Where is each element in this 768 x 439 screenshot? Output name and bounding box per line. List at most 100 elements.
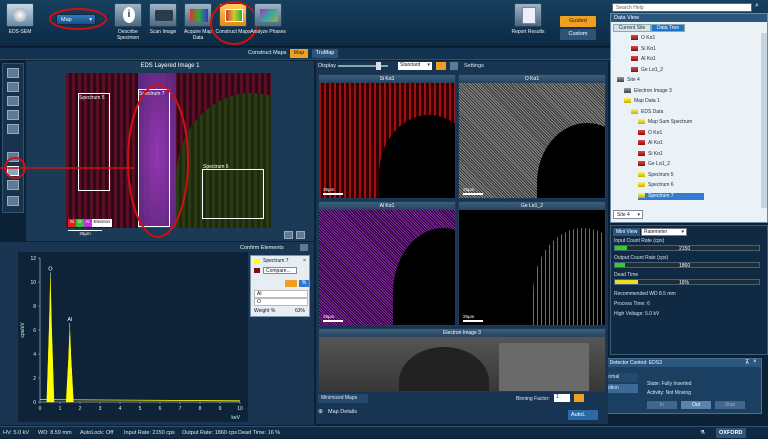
tree-item[interactable]: Si Kα1 [638,151,663,158]
trumap-tab[interactable]: TruMap [312,49,338,58]
gray-dataset-icon [624,87,631,93]
tree-item-label: Spectrum 5 [648,171,674,178]
tree-item[interactable]: Map Data 1 [624,98,660,105]
spectrum-6-rect[interactable] [202,169,264,219]
chevron-down-icon: ▾ [637,212,640,218]
status-input-rate: Input Rate: 2150 cps [124,430,175,436]
x-tick-label: 1 [59,406,62,412]
construct-maps-tab[interactable]: Construct Maps [248,50,287,56]
construct-maps-toolbar: Construct Maps Map TruMap [0,48,610,60]
tab-current-site[interactable]: Current Site [613,24,651,32]
layer-view-icon[interactable] [436,62,446,70]
map-electron-image[interactable]: Electron Image 3 [318,328,606,392]
custom-button[interactable]: Custom [560,29,596,40]
map-ge-title: Ge Lα1_2 [459,202,605,210]
red-dataset-icon [638,140,645,146]
map-al-title: Al Kα1 [319,202,455,210]
x-tick-label: 5 [139,406,142,412]
map-details-label[interactable]: Map Details [328,409,357,415]
search-icon[interactable]: ⌕ [755,2,759,10]
tab-data-tree[interactable]: Data Tree [651,24,685,32]
detector-control-panel: EDS Detector Control: EDS3 ⊼ × Thermal P… [594,358,762,414]
spectrum-chart[interactable]: 0 1 2 3 4 5 6 7 8 9 10024681012keVcps/eV OAl [18,252,248,422]
apply-binning-icon[interactable] [574,394,584,402]
x-axis-label: keV [231,415,240,421]
step-scan-image[interactable]: Scan Image [145,3,181,43]
close-icon[interactable]: × [303,258,306,264]
tree-item[interactable]: Electron Image 3 [624,88,672,95]
tree-item-label: Spectrum 7 [648,192,674,199]
pin-icon[interactable]: ⊼ [745,359,749,366]
confirm-elements-icon[interactable] [300,244,308,251]
compare-dropdown[interactable]: Compare... [263,267,297,274]
tree-item[interactable]: O Kα1 [631,35,655,42]
minimized-maps-tab[interactable]: Minimized Maps [318,394,368,403]
percent-toggle[interactable]: % [299,280,309,287]
map-al[interactable]: Al Kα1 25µm [318,201,456,326]
binning-dropdown[interactable]: 1 [554,394,570,402]
tree-item[interactable]: Si Kα1 [631,46,656,53]
tree-item[interactable]: EDS Data [631,109,663,116]
eds-sem-icon [6,3,34,27]
autolock-button[interactable]: AutoL [568,410,598,420]
peak-label-al: Al [67,317,72,323]
site-dropdown[interactable]: Site 4 ▾ [613,210,643,219]
step-analyze-phases[interactable]: Analyze Phases [250,3,286,43]
tree-item-label: Al Kα1 [641,56,656,62]
detector-in-button[interactable]: In [647,401,677,409]
tab-mini-view[interactable]: Mini View [613,228,641,236]
compare-swatch [254,268,260,273]
map-o-scale: 25µm [463,187,483,195]
settings-label[interactable]: Settings [464,63,484,69]
map-si[interactable]: Si Kα1 25µm [318,74,456,199]
tree-item[interactable]: Spectrum 5 [638,172,674,179]
tree-item[interactable]: O Kα1 [638,130,662,137]
yellow-dataset-icon [624,98,631,104]
search-help-input[interactable]: Search Help [612,3,752,12]
map-o[interactable]: O Kα1 25µm [458,74,606,199]
red-annotation-circle-tool [4,157,26,179]
detector-out-button[interactable]: Out [681,401,711,409]
expand-icon[interactable]: ⊕ [318,408,323,415]
y-tick-label: 12 [30,256,36,262]
tree-item[interactable]: Al Kα1 [638,140,663,147]
ratemeter-dropdown[interactable]: Ratemeter ▾ [641,228,687,236]
spectrum-toggle-icon[interactable] [285,280,297,287]
display-slider-handle[interactable] [376,62,381,70]
fit-icon[interactable] [284,231,293,239]
map-tab[interactable]: Map [290,49,308,58]
step-describe-specimen[interactable]: i Describe Specimen [110,3,146,43]
red-dataset-icon [638,161,645,167]
maps-panel: Display Standard ▾ Settings Si Kα1 25µm O… [316,61,608,424]
status-wd: WD: 8.59 mm [38,430,72,436]
y-tick-label: 0 [33,400,36,406]
detector-activity: Activity: Not Moving [647,390,691,396]
weight-label: Weight % [254,308,276,314]
tree-item[interactable]: Site 4 [617,77,640,84]
confirm-elements[interactable]: Confirm Elements [240,245,284,251]
map-ge[interactable]: Ge Lα1_2 25µm [458,201,606,326]
status-autolock: AutoLock: Off [80,430,114,436]
guided-button[interactable]: Guided [560,16,596,27]
tree-item[interactable]: Al Kα1 [631,56,656,63]
tree-item[interactable]: Spectrum 6 [638,182,674,189]
map-ge-scale: 25µm [463,314,483,322]
tree-item-label: Si Kα1 [641,45,656,52]
data-tree: O Kα1 Si Kα1 Al Kα1 Ge Lα1_2 Site 4 Electron … [611,33,761,208]
output-count-bar: 1860 [614,262,760,269]
status-output-rate: Output Rate: 1860 cps [182,430,238,436]
report-icon [514,3,542,27]
export-icon[interactable] [296,231,305,239]
display-mode-dropdown[interactable]: Standard ▾ [398,62,432,70]
eds-sem-app-button[interactable]: EDS-SEM [2,3,38,43]
tree-item[interactable]: Ge Lα1_2 [638,161,670,168]
detector-stop-button[interactable]: Stop [715,401,745,409]
close-icon[interactable]: × [753,359,757,365]
red-dataset-icon [631,56,638,62]
tree-scrollbar[interactable] [761,33,767,208]
gear-icon[interactable] [450,62,458,70]
tree-item[interactable]: Spectrum 7 [638,192,704,200]
tree-item[interactable]: Ge Lα1_2 [631,67,663,74]
tree-item[interactable]: Map Sum Spectrum [638,119,692,126]
report-results-button[interactable]: Report Results [508,3,548,43]
